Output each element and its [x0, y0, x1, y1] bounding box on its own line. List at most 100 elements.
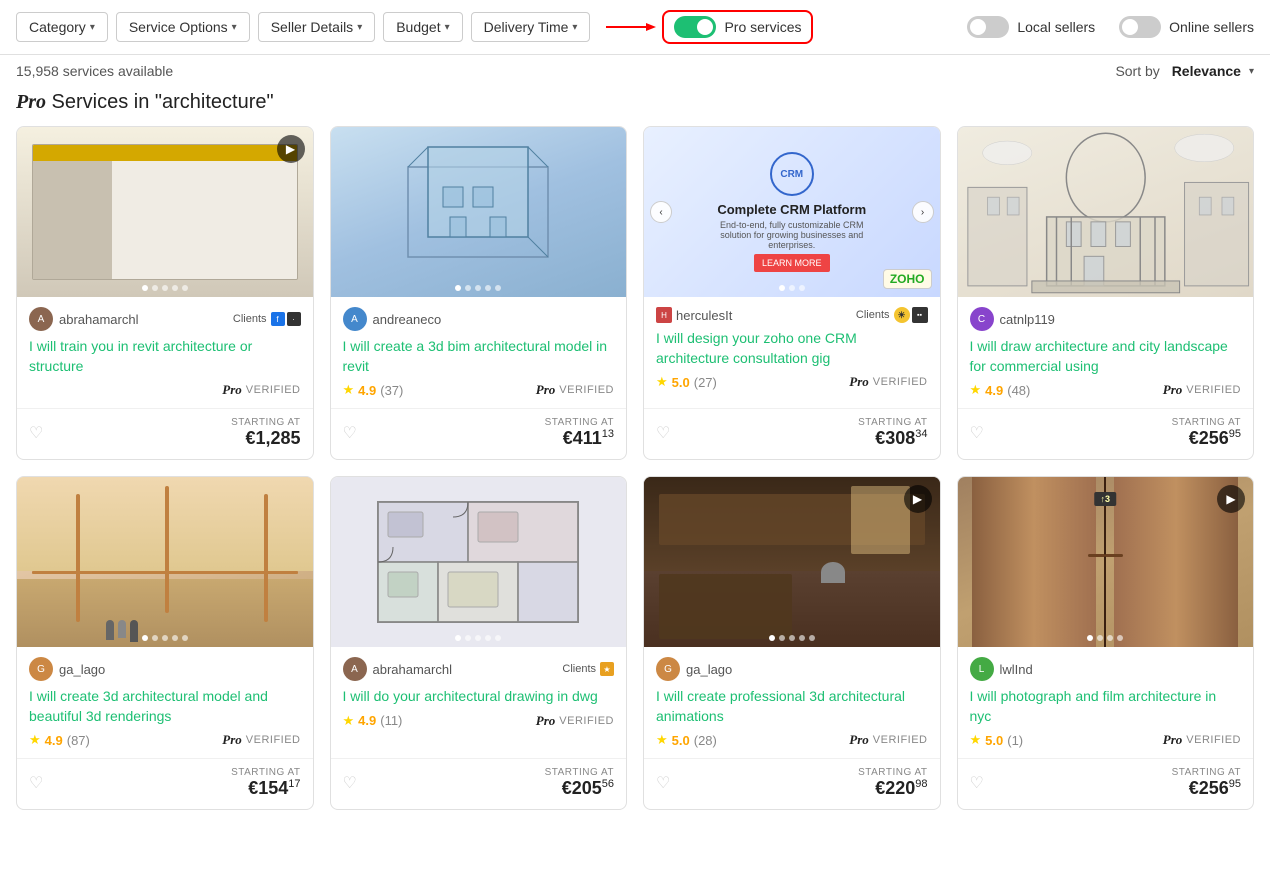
chevron-down-icon: ▾ [232, 22, 237, 33]
card-footer-4: ♡ STARTING AT €25695 [958, 408, 1254, 459]
card-title-5[interactable]: I will create 3d architectural model and… [29, 687, 301, 726]
rating-row-6: ★ 4.9 (11) [343, 713, 403, 729]
card-body-7: G ga_lago I will create professional 3d … [644, 647, 940, 758]
card-title-2[interactable]: I will create a 3d bim architectural mod… [343, 337, 615, 376]
rating-row-4: ★ 4.9 (48) [970, 382, 1031, 398]
rating-pro-row-7: ★ 5.0 (28) Pro VERIFIED [656, 732, 928, 748]
results-count: 15,958 services available [16, 63, 173, 79]
seller-row-1: A abrahamarchl Clients f · [29, 307, 301, 331]
pro-logo: Pro [16, 91, 46, 113]
herculesit-logo: H herculesIt [656, 307, 732, 323]
card-title-7[interactable]: I will create professional 3d architectu… [656, 687, 928, 726]
pro-services-toggle[interactable] [674, 16, 716, 38]
cards-grid: ▶ A abrahamarchl Clients f · [0, 126, 1270, 830]
price-group-3: STARTING AT €30834 [858, 417, 927, 449]
card-body-8: L lwlInd I will photograph and film arch… [958, 647, 1254, 758]
filter-bar: Category ▾ Service Options ▾ Seller Deta… [0, 0, 1270, 55]
carousel-dots-1 [142, 285, 188, 291]
play-button-1[interactable]: ▶ [277, 135, 305, 163]
seller-row-8: L lwlInd [970, 657, 1242, 681]
online-sellers-group: Online sellers [1119, 16, 1254, 38]
arrow-indicator [606, 17, 656, 37]
clients-badge-1: Clients f · [233, 312, 301, 326]
price-group-4: STARTING AT €25695 [1172, 417, 1241, 449]
play-button-8[interactable]: ▶ [1217, 485, 1245, 513]
price-group-5: STARTING AT €15417 [231, 767, 300, 799]
carousel-arrow-right-3[interactable]: › [912, 201, 934, 223]
card-image-4 [958, 127, 1254, 297]
card-title-3[interactable]: I will design your zoho one CRM architec… [656, 329, 928, 368]
seller-name-6: abrahamarchl [373, 662, 453, 677]
category-filter[interactable]: Category ▾ [16, 12, 108, 42]
card-title-6[interactable]: I will do your architectural drawing in … [343, 687, 615, 707]
favorite-button-1[interactable]: ♡ [29, 423, 43, 443]
rating-pro-row-3: ★ 5.0 (27) Pro VERIFIED [656, 374, 928, 390]
sort-by: Sort by Relevance ▾ [1115, 63, 1254, 79]
rating-row-8: ★ 5.0 (1) [970, 732, 1024, 748]
price-group-1: STARTING AT €1,285 [231, 417, 300, 449]
rating-pro-row-2: ★ 4.9 (37) Pro VERIFIED [343, 382, 615, 398]
right-toggles: Local sellers Online sellers [959, 16, 1254, 38]
card-6: A abrahamarchl Clients ★ I will do your … [330, 476, 628, 810]
card-body-1: A abrahamarchl Clients f · I will train … [17, 297, 313, 408]
local-sellers-toggle[interactable] [967, 16, 1009, 38]
avatar-4: C [970, 307, 994, 331]
chevron-down-icon: ▾ [357, 22, 362, 33]
seller-row-6: A abrahamarchl Clients ★ [343, 657, 615, 681]
service-options-filter[interactable]: Service Options ▾ [116, 12, 250, 42]
carousel-dots-3 [779, 285, 805, 291]
price-group-8: STARTING AT €25695 [1172, 767, 1241, 799]
chevron-down-icon: ▾ [445, 22, 450, 33]
card-body-5: G ga_lago I will create 3d architectural… [17, 647, 313, 758]
rating-pro-row-8: ★ 5.0 (1) Pro VERIFIED [970, 732, 1242, 748]
favorite-button-5[interactable]: ♡ [29, 773, 43, 793]
chevron-down-icon: ▾ [572, 22, 577, 33]
avatar-6: A [343, 657, 367, 681]
card-title-1[interactable]: I will train you in revit architecture o… [29, 337, 301, 376]
seller-name-2: andreaneco [373, 312, 442, 327]
seller-details-filter[interactable]: Seller Details ▾ [258, 12, 376, 42]
card-body-3: H herculesIt Clients ☀ ▪▪ I will design … [644, 297, 940, 408]
building-sketch-svg [368, 137, 588, 287]
favorite-button-3[interactable]: ♡ [656, 423, 670, 443]
seller-name-8: lwlInd [1000, 662, 1033, 677]
card-7: ▶ G ga_lago I will create professional 3… [643, 476, 941, 810]
rating-pro-row-5: ★ 4.9 (87) Pro VERIFIED [29, 732, 301, 748]
avatar-2: A [343, 307, 367, 331]
favorite-button-8[interactable]: ♡ [970, 773, 984, 793]
play-button-7[interactable]: ▶ [904, 485, 932, 513]
budget-filter[interactable]: Budget ▾ [383, 12, 462, 42]
card-footer-5: ♡ STARTING AT €15417 [17, 758, 313, 809]
card-title-8[interactable]: I will photograph and film architecture … [970, 687, 1242, 726]
online-sellers-toggle[interactable] [1119, 16, 1161, 38]
carousel-arrow-left-3[interactable]: ‹ [650, 201, 672, 223]
seller-name-1: abrahamarchl [59, 312, 139, 327]
favorite-button-2[interactable]: ♡ [343, 423, 357, 443]
crm-learn-more-button[interactable]: LEARN MORE [754, 254, 830, 272]
delivery-time-filter[interactable]: Delivery Time ▾ [471, 12, 591, 42]
pro-services-toggle-group: Pro services [662, 10, 813, 44]
seller-row-2: A andreaneco [343, 307, 615, 331]
seller-row-7: G ga_lago [656, 657, 928, 681]
results-bar: 15,958 services available Sort by Releva… [0, 55, 1270, 87]
carousel-dots-2 [455, 285, 501, 291]
card-title-4[interactable]: I will draw architecture and city landsc… [970, 337, 1242, 376]
card-image-1: ▶ [17, 127, 313, 297]
clients-badge-3: Clients ☀ ▪▪ [856, 307, 928, 323]
seller-name-5: ga_lago [59, 662, 105, 677]
favorite-button-7[interactable]: ♡ [656, 773, 670, 793]
favorite-button-4[interactable]: ♡ [970, 423, 984, 443]
favorite-button-6[interactable]: ♡ [343, 773, 357, 793]
card-image-5 [17, 477, 313, 647]
sort-chevron: ▾ [1249, 66, 1254, 77]
rating-pro-row-4: ★ 4.9 (48) Pro VERIFIED [970, 382, 1242, 398]
rating-row-3: ★ 5.0 (27) [656, 374, 717, 390]
seller-row-3: H herculesIt Clients ☀ ▪▪ [656, 307, 928, 323]
card-footer-6: ♡ STARTING AT €20556 [331, 758, 627, 809]
card-body-6: A abrahamarchl Clients ★ I will do your … [331, 647, 627, 758]
seller-row-5: G ga_lago [29, 657, 301, 681]
card-image-6 [331, 477, 627, 647]
card-footer-1: ♡ STARTING AT €1,285 [17, 408, 313, 459]
avatar-5: G [29, 657, 53, 681]
card-image-7: ▶ [644, 477, 940, 647]
